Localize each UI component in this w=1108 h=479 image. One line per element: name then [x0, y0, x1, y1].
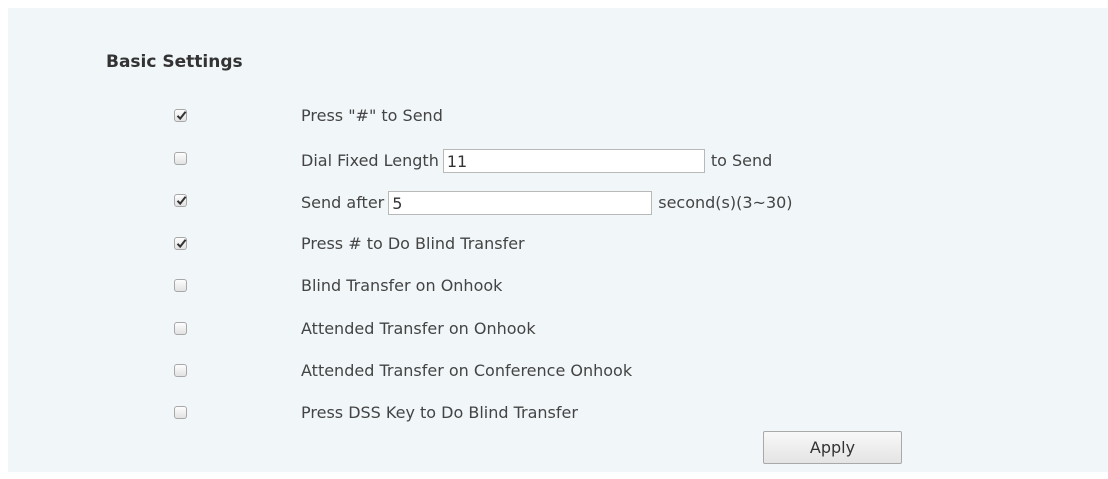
- label-press-hash-blind-transfer: Press # to Do Blind Transfer: [301, 234, 525, 253]
- label-blind-transfer-onhook: Blind Transfer on Onhook: [301, 276, 503, 295]
- label-attended-transfer-onhook: Attended Transfer on Onhook: [301, 319, 536, 338]
- label-to-send: to Send: [710, 151, 773, 170]
- option-row-send-after: Send after second(s)(3~30): [8, 187, 1108, 217]
- checkbox-press-hash-to-send[interactable]: [174, 109, 187, 122]
- checkbox-send-after[interactable]: [174, 194, 187, 207]
- label-press-hash-to-send: Press "#" to Send: [301, 106, 443, 125]
- checkmark-icon: [176, 111, 187, 121]
- option-row-attended-transfer-onhook: Attended Transfer on Onhook: [8, 315, 1108, 345]
- apply-button[interactable]: Apply: [763, 431, 902, 464]
- label-attended-transfer-conference-onhook: Attended Transfer on Conference Onhook: [301, 361, 633, 380]
- option-row-press-hash-blind-transfer: Press # to Do Blind Transfer: [8, 230, 1108, 260]
- checkbox-dss-key-blind-transfer[interactable]: [174, 406, 187, 419]
- checkbox-attended-transfer-onhook[interactable]: [174, 322, 187, 335]
- option-row-dss-key-blind-transfer: Press DSS Key to Do Blind Transfer: [8, 399, 1108, 429]
- option-row-press-hash-to-send: Press "#" to Send: [8, 102, 1108, 132]
- label-send-after: Send after: [301, 193, 385, 212]
- option-row-attended-transfer-conference-onhook: Attended Transfer on Conference Onhook: [8, 357, 1108, 387]
- section-title: Basic Settings: [106, 52, 243, 72]
- option-row-dial-fixed-length: Dial Fixed Length to Send: [8, 145, 1108, 175]
- send-after-input[interactable]: [388, 191, 653, 215]
- settings-panel: Basic Settings Press "#" to Send Dial Fi…: [8, 8, 1108, 472]
- checkbox-blind-transfer-onhook[interactable]: [174, 279, 187, 292]
- checkmark-icon: [176, 239, 187, 249]
- label-dial-fixed-length: Dial Fixed Length: [301, 151, 439, 170]
- checkbox-press-hash-blind-transfer[interactable]: [174, 237, 187, 250]
- checkbox-attended-transfer-conference-onhook[interactable]: [174, 364, 187, 377]
- label-seconds-range: second(s)(3~30): [658, 193, 793, 212]
- checkmark-icon: [176, 196, 187, 206]
- option-row-blind-transfer-onhook: Blind Transfer on Onhook: [8, 272, 1108, 302]
- label-dss-key-blind-transfer: Press DSS Key to Do Blind Transfer: [301, 403, 578, 422]
- checkbox-dial-fixed-length[interactable]: [174, 152, 187, 165]
- dial-fixed-length-input[interactable]: [442, 149, 705, 173]
